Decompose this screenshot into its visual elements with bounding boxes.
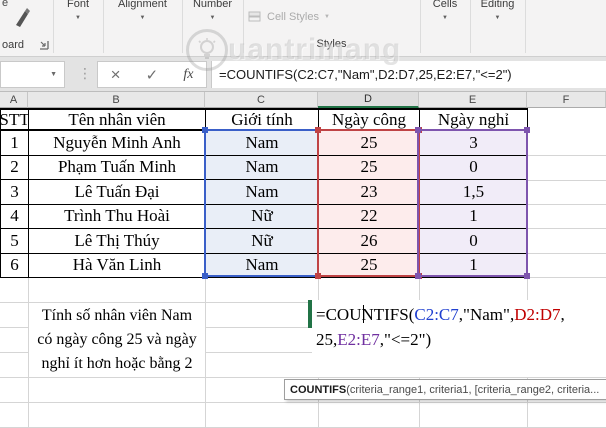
data-table: STT Tên nhân viên Giới tính Ngày công Ngày n…: [0, 108, 528, 278]
formula-input[interactable]: =COUNTIFS(C2:C7,"Nam",D2:D7,25,E2:E7,"<=…: [211, 61, 606, 88]
excel-window: e oard Font ▼ Alignment ▼ Number ▼ Cells…: [0, 0, 606, 428]
name-box[interactable]: ▼: [0, 61, 65, 88]
ribbon-group-number[interactable]: Number ▼: [182, 0, 243, 21]
table-cell[interactable]: Nguyễn Minh Anh: [29, 131, 206, 156]
active-cell-border: [308, 300, 312, 328]
table-cell[interactable]: 25: [319, 253, 420, 278]
ribbon-group-alignment[interactable]: Alignment ▼: [103, 0, 182, 21]
tooltip-function-name: COUNTIFS: [290, 383, 347, 396]
table-cell[interactable]: 22: [319, 204, 420, 229]
tooltip-signature: (criteria_range1, criteria1, [criteria_r…: [346, 383, 600, 396]
table-cell[interactable]: Nam: [206, 131, 319, 156]
insert-function-button[interactable]: fx: [183, 67, 193, 83]
ribbon-group-cells[interactable]: Cells ▼: [420, 0, 470, 21]
chevron-down-icon: ▼: [323, 13, 330, 20]
styles-group-label: Styles: [316, 38, 347, 50]
cell-styles-button[interactable]: Cell Styles ▼: [248, 8, 418, 25]
function-tooltip: COUNTIFS (criteria_range1, criteria1, [cr…: [284, 379, 606, 400]
table-header-cell[interactable]: Ngày công: [319, 110, 420, 131]
table-cell[interactable]: 2: [1, 155, 29, 180]
formula-bar: ▼ ⋮ × ✓ fx =COUNTIFS(C2:C7,"Nam",D2:D7,2…: [0, 57, 606, 92]
note-line: Tính số nhân viên Nam: [41, 307, 193, 324]
column-header-f[interactable]: F: [527, 92, 606, 108]
table-cell[interactable]: Nam: [206, 155, 319, 180]
formula-segment: =COUNTIFS(: [316, 305, 415, 324]
table-cell[interactable]: 3: [1, 180, 29, 205]
chevron-down-icon: ▼: [494, 15, 501, 21]
cell-styles-icon: [248, 11, 261, 22]
table-cell[interactable]: 6: [1, 253, 29, 278]
table-header-cell[interactable]: STT: [0, 110, 30, 131]
table-cell[interactable]: 25: [319, 131, 420, 156]
paste-button-fragment[interactable]: e: [2, 0, 8, 9]
formula-segment: C2:C7: [414, 305, 459, 324]
table-cell[interactable]: Trình Thu Hoài: [29, 204, 206, 229]
clipboard-group-label: oard: [2, 39, 25, 51]
table-cell[interactable]: Nữ: [206, 229, 319, 254]
table-cell[interactable]: 25: [319, 155, 420, 180]
chevron-down-icon[interactable]: ▼: [50, 71, 57, 78]
table-cell[interactable]: 1,5: [420, 180, 528, 205]
format-painter-icon[interactable]: [12, 6, 32, 33]
formula-edit-line-1: =COUNTIFS(C2:C7,"Nam",D2:D7,: [316, 302, 606, 327]
gridline: [0, 377, 606, 378]
table-cell[interactable]: 3: [420, 131, 528, 156]
formula-segment: 25,: [316, 330, 338, 349]
note-line: có ngày công 25 và ngày: [37, 331, 197, 348]
chevron-down-icon: ▼: [209, 15, 216, 21]
table-cell[interactable]: 5: [1, 229, 29, 254]
formula-edit-line-2: 25,E2:E7,"<=2"): [316, 327, 606, 352]
table-cell[interactable]: 1: [420, 204, 528, 229]
formula-segment: ,"Nam",: [458, 305, 515, 324]
column-header-a[interactable]: A: [0, 92, 28, 108]
table-cell[interactable]: 0: [420, 155, 528, 180]
column-header-c[interactable]: C: [205, 92, 318, 108]
formula-segment: ,: [560, 305, 565, 324]
table-cell[interactable]: Hà Văn Linh: [29, 253, 206, 278]
table-cell[interactable]: Phạm Tuấn Minh: [29, 155, 206, 180]
formula-edit-cell[interactable]: =COUNTIFS(C2:C7,"Nam",D2:D7, 25,E2:E7,"<…: [312, 300, 606, 377]
table-cell[interactable]: 26: [319, 229, 420, 254]
formula-bar-buttons: × ✓ fx: [97, 61, 207, 88]
formula-segment: E2:E7: [337, 330, 380, 349]
formula-input-value: =COUNTIFS(C2:C7,"Nam",D2:D7,25,E2:E7,"<=…: [219, 67, 512, 82]
table-cell[interactable]: Lê Tuấn Đại: [29, 180, 206, 205]
ribbon-group-font[interactable]: Font ▼: [53, 0, 103, 21]
sheet-grid[interactable]: STT Tên nhân viên Giới tính Ngày công Ngày n…: [0, 108, 606, 428]
chevron-down-icon: ▼: [139, 15, 146, 21]
enter-button[interactable]: ✓: [146, 66, 159, 84]
ribbon: e oard Font ▼ Alignment ▼ Number ▼ Cells…: [0, 0, 606, 57]
table-header-cell[interactable]: Tên nhân viên: [29, 110, 206, 131]
formula-segment: ,"<=2"): [379, 330, 432, 349]
column-header-b[interactable]: B: [28, 92, 205, 108]
table-cell[interactable]: 1: [1, 131, 29, 156]
table-cell[interactable]: 0: [420, 229, 528, 254]
table-cell[interactable]: Lê Thị Thúy: [29, 229, 206, 254]
table-cell[interactable]: Nam: [206, 253, 319, 278]
column-headers: A B C D E F: [0, 92, 606, 108]
table-header-cell[interactable]: Giới tính: [206, 110, 319, 131]
table-cell[interactable]: 1: [420, 253, 528, 278]
formula-segment: D2:D7: [514, 305, 561, 324]
table-header-cell[interactable]: Ngày nghỉ: [420, 110, 528, 131]
column-header-e[interactable]: E: [419, 92, 527, 108]
chevron-down-icon: ▼: [442, 15, 448, 21]
table-cell[interactable]: 4: [1, 204, 29, 229]
dialog-launcher-icon[interactable]: [39, 40, 49, 50]
formula-bar-divider[interactable]: ⋮: [78, 65, 92, 82]
note-line: nghỉ ít hơn hoặc bằng 2: [41, 355, 193, 372]
ribbon-group-editing[interactable]: Editing ▼: [470, 0, 525, 21]
table-cell[interactable]: Nữ: [206, 204, 319, 229]
column-header-d[interactable]: D: [318, 92, 419, 108]
table-cell[interactable]: Nam: [206, 180, 319, 205]
note-cell[interactable]: Tính số nhân viên Nam có ngày công 25 và…: [29, 303, 205, 377]
gridline: [0, 402, 606, 403]
table-cell[interactable]: 23: [319, 180, 420, 205]
ribbon-separator: [525, 0, 526, 53]
chevron-down-icon: ▼: [75, 15, 81, 21]
cancel-button[interactable]: ×: [111, 65, 121, 85]
text-cursor: [363, 305, 364, 323]
